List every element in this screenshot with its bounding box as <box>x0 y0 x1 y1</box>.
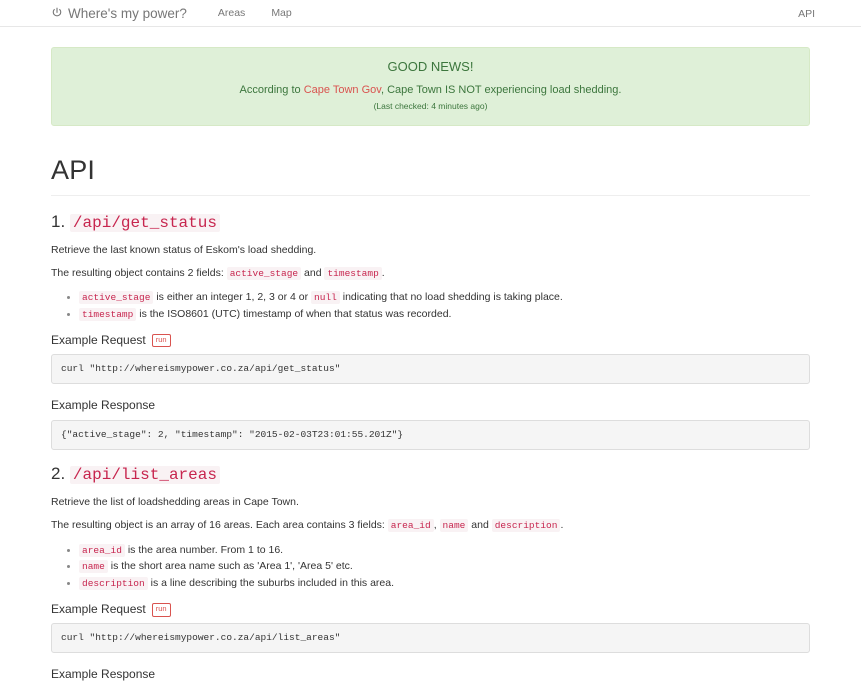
code-area-id: area_id <box>387 519 434 533</box>
code-field-name: description <box>79 577 148 591</box>
list-item: timestamp is the ISO8601 (UTC) timestamp… <box>79 306 810 323</box>
alert-message: According to Cape Town Gov, Cape Town IS… <box>66 83 795 97</box>
endpoint-description: Retrieve the list of loadshedding areas … <box>51 496 299 509</box>
code-null: null <box>311 291 340 305</box>
fields-mid: , <box>433 519 440 532</box>
nav-link-map[interactable]: Map <box>258 7 304 19</box>
fields-prefix: The resulting object contains 2 fields: <box>51 267 227 280</box>
code-name: name <box>439 519 469 533</box>
list-item: name is the short area name such as 'Are… <box>79 558 810 575</box>
endpoint-fields-line: The resulting object is an array of 16 a… <box>51 518 810 533</box>
nav-link-api[interactable]: API <box>798 8 815 20</box>
field-text-before: is a line describing the suburbs include… <box>147 577 395 590</box>
nav-links: Areas Map <box>205 7 305 19</box>
fields-mid2: and <box>468 519 492 532</box>
example-response-row: Example Response <box>51 667 810 681</box>
field-text-before: is the ISO8601 (UTC) timestamp of when t… <box>136 307 452 320</box>
navbar: Where's my power? Areas Map API <box>0 0 861 27</box>
nav-link-areas[interactable]: Areas <box>205 7 258 19</box>
list-item: description is a line describing the sub… <box>79 575 810 592</box>
endpoint-number: 2. <box>51 463 66 483</box>
example-request-label: Example Request <box>51 332 146 347</box>
request-code-block: curl "http://whereismypower.co.za/api/ge… <box>51 354 810 385</box>
example-request-row: Example Request run <box>51 332 810 348</box>
fields-prefix: The resulting object is an array of 16 a… <box>51 519 388 532</box>
fields-suffix: . <box>381 267 385 280</box>
run-button[interactable]: run <box>151 334 171 348</box>
field-text-before: is either an integer 1, 2, 3 or 4 or <box>153 291 312 304</box>
example-response-label: Example Response <box>51 667 156 682</box>
example-response-row: Example Response <box>51 398 810 412</box>
brand-link[interactable]: Where's my power? <box>51 6 187 21</box>
nav-right: API <box>798 4 815 22</box>
fields-suffix: . <box>560 519 564 532</box>
endpoint-heading: 1. /api/get_status <box>51 212 810 233</box>
response-code-block: {"active_stage": 2, "timestamp": "2015-0… <box>51 419 810 450</box>
code-field-name: timestamp <box>79 307 137 321</box>
alert-title: GOOD NEWS! <box>387 59 474 74</box>
list-item: area_id is the area number. From 1 to 16… <box>79 542 810 559</box>
cape-town-gov-link[interactable]: Cape Town Gov <box>304 84 381 96</box>
alert-last-checked: (Last checked: 4 minutes ago) <box>373 100 488 111</box>
power-icon <box>51 7 63 19</box>
alert-prefix: According to <box>239 83 304 96</box>
main-container: GOOD NEWS! According to Cape Town Gov, C… <box>51 47 810 683</box>
endpoint-fields-line: The resulting object contains 2 fields: … <box>51 266 810 281</box>
field-text-before: is the area number. From 1 to 16. <box>124 543 284 556</box>
field-list: active_stage is either an integer 1, 2, … <box>51 289 810 322</box>
api-section-get-status: 1. /api/get_status Retrieve the last kno… <box>51 212 810 450</box>
code-timestamp: timestamp <box>324 267 382 281</box>
endpoint-description: Retrieve the last known status of Eskom'… <box>51 243 317 256</box>
api-section-list-areas: 2. /api/list_areas Retrieve the list of … <box>51 464 810 683</box>
alert-suffix: , Cape Town IS NOT experiencing load she… <box>380 83 622 96</box>
brand-label: Where's my power? <box>68 5 187 21</box>
title-divider <box>51 194 810 196</box>
endpoint-heading: 2. /api/list_areas <box>51 464 810 485</box>
status-alert: GOOD NEWS! According to Cape Town Gov, C… <box>51 47 810 126</box>
field-list: area_id is the area number. From 1 to 16… <box>51 542 810 592</box>
list-item: active_stage is either an integer 1, 2, … <box>79 289 810 306</box>
endpoint-path: /api/list_areas <box>69 465 220 484</box>
fields-mid: and <box>301 267 325 280</box>
code-active-stage: active_stage <box>226 267 302 281</box>
request-code-block: curl "http://whereismypower.co.za/api/li… <box>51 623 810 654</box>
example-request-label: Example Request <box>51 601 146 616</box>
endpoint-path: /api/get_status <box>69 213 220 232</box>
code-field-name: name <box>79 560 108 574</box>
endpoint-number: 1. <box>51 211 66 231</box>
code-description: description <box>491 519 561 533</box>
run-button[interactable]: run <box>151 603 171 617</box>
code-field-name: active_stage <box>79 291 154 305</box>
example-response-label: Example Response <box>51 398 156 413</box>
field-text-after: indicating that no load shedding is taki… <box>339 291 563 304</box>
example-request-row: Example Request run <box>51 601 810 617</box>
field-text-before: is the short area name such as 'Area 1',… <box>107 560 353 573</box>
page-title: API <box>51 154 96 185</box>
code-field-name: area_id <box>79 543 125 557</box>
